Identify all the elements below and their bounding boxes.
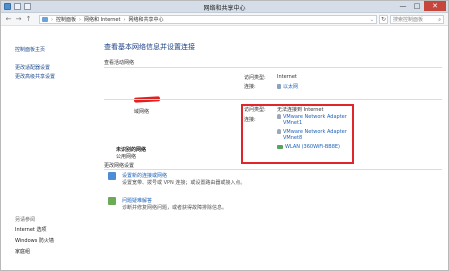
new-connection-icon [108, 172, 116, 180]
breadcrumb[interactable]: › 控制面板 › 网络和 Internet › 网络和共享中心 ⌄ [39, 15, 377, 24]
sidebar-item-change-adapter-settings[interactable]: 更改适配器设置 [15, 64, 50, 71]
setup-connection-link[interactable]: 设置新的连接或网络 [122, 172, 167, 179]
troubleshoot-desc: 诊断并修复网络问题，或者获得故障排除信息。 [122, 205, 228, 211]
title-bar: 网络和共享中心 — □ ✕ [1, 1, 448, 13]
maximize-button[interactable]: □ [410, 1, 424, 11]
network2-access-label: 访问类型: [244, 107, 266, 113]
window-controls: — □ ✕ [396, 1, 446, 11]
network2-access-value: 无法连接到 Internet [277, 107, 324, 113]
network1-access-value: Internet [277, 74, 297, 80]
lightbulb-icon [277, 114, 281, 119]
search-icon[interactable]: ⌕ [438, 16, 441, 24]
network2-type: 公用网络 [116, 154, 137, 160]
breadcrumb-network-sharing-center[interactable]: 网络和共享中心 [128, 16, 163, 24]
adapter-wlan-link[interactable]: WLAN (360WiFi-BB8E) [277, 144, 340, 150]
see-also-heading: 另请参阅 [15, 217, 36, 223]
search-input[interactable]: 搜索控制面板 ⌕ [390, 15, 444, 24]
sidebar: 控制面板主页 更改适配器设置 更改高级共享设置 另请参阅 Internet 选项… [1, 26, 98, 270]
adapter-vmnet1-name[interactable]: VMnet1 [283, 120, 302, 126]
network2-name: 未识别的网络 [116, 147, 147, 153]
active-networks-heading: 查看活动网络 [104, 60, 135, 66]
breadcrumb-control-panel[interactable]: 控制面板 [56, 16, 76, 24]
network1-ethernet-link[interactable]: 以太网 [277, 83, 298, 90]
address-bar: ← → ↑ › 控制面板 › 网络和 Internet › 网络和共享中心 ⌄ … [1, 13, 448, 26]
back-arrow-icon[interactable]: ← [4, 15, 13, 24]
network1-type: 域网络 [134, 109, 150, 115]
see-also-homegroup[interactable]: 家庭组 [15, 248, 30, 255]
close-button[interactable]: ✕ [424, 1, 446, 11]
wifi-signal-icon [277, 145, 283, 149]
network1-access-label: 访问类型: [244, 75, 266, 81]
change-settings-heading: 更改网络设置 [104, 163, 135, 169]
troubleshoot-link[interactable]: 问题疑难解答 [122, 197, 152, 204]
window-title: 网络和共享中心 [203, 5, 246, 12]
lightbulb-icon [277, 129, 281, 134]
sidebar-item-control-panel-home[interactable]: 控制面板主页 [15, 46, 45, 53]
chevron-down-icon[interactable]: ⌄ [370, 16, 374, 24]
divider [104, 169, 442, 170]
refresh-icon[interactable]: ↻ [379, 15, 388, 24]
see-also-internet-options[interactable]: Internet 选项 [15, 226, 46, 233]
up-arrow-icon[interactable]: ↑ [24, 15, 33, 24]
divider [104, 99, 442, 100]
troubleshoot-icon [108, 197, 116, 205]
forward-arrow-icon[interactable]: → [14, 15, 23, 24]
ethernet-icon [277, 84, 281, 89]
divider [104, 67, 442, 68]
minimize-button[interactable]: — [396, 1, 410, 11]
setup-connection-desc: 设置宽带、拨号或 VPN 连接；或设置路由器或接入点。 [122, 180, 246, 186]
breadcrumb-network-internet[interactable]: 网络和 Internet [84, 16, 120, 24]
sidebar-item-advanced-sharing-settings[interactable]: 更改高级共享设置 [15, 73, 55, 80]
see-also-windows-firewall[interactable]: Windows 防火墙 [15, 237, 54, 244]
search-placeholder: 搜索控制面板 [393, 17, 424, 23]
adapter-vmnet8-name[interactable]: VMnet8 [283, 135, 302, 141]
network2-conn-label: 连接: [244, 117, 256, 123]
page-title: 查看基本网络信息并设置连接 [104, 43, 195, 51]
control-panel-icon [42, 17, 48, 22]
network-sharing-center-window: 网络和共享中心 — □ ✕ ← → ↑ › 控制面板 › 网络和 Interne… [0, 0, 449, 271]
main-content: 查看基本网络信息并设置连接 查看活动网络 域网络 访问类型: Internet … [98, 26, 448, 270]
network1-conn-label: 连接: [244, 84, 256, 90]
